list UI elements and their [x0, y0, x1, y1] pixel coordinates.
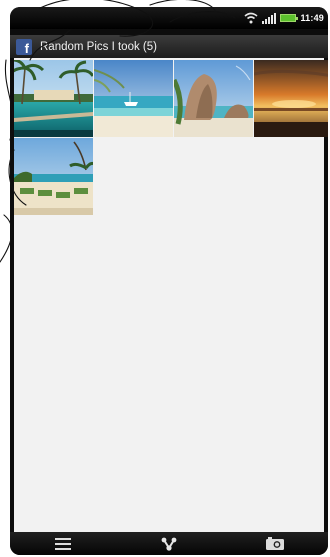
album-title: Random Pics I took (5) [40, 40, 157, 53]
phone-screen: 11:49 f Random Pics I took (5) [10, 7, 328, 555]
wifi-icon [244, 12, 258, 24]
signal-icon [262, 12, 277, 24]
photo-beach-boat[interactable] [94, 60, 173, 137]
photo-beach-loungers[interactable] [14, 138, 93, 215]
status-icons: 11:49 [244, 11, 324, 25]
album-content [14, 58, 328, 532]
camera-button[interactable] [255, 534, 295, 554]
facebook-icon: f [16, 38, 32, 55]
photo-sunset[interactable] [254, 60, 328, 137]
photo-rock-coast[interactable] [174, 60, 253, 137]
photo-grid [14, 60, 328, 215]
photo-resort-pool[interactable] [14, 60, 93, 137]
status-bar: 11:49 [10, 7, 328, 29]
camera-icon [266, 537, 284, 550]
share-icon [161, 537, 177, 551]
menu-button[interactable] [43, 534, 83, 554]
share-button[interactable] [149, 534, 189, 554]
menu-icon [55, 537, 71, 550]
battery-icon [280, 14, 299, 22]
bottom-action-bar [10, 532, 328, 555]
album-header: f Random Pics I took (5) [10, 35, 328, 58]
status-clock: 11:49 [300, 13, 324, 23]
